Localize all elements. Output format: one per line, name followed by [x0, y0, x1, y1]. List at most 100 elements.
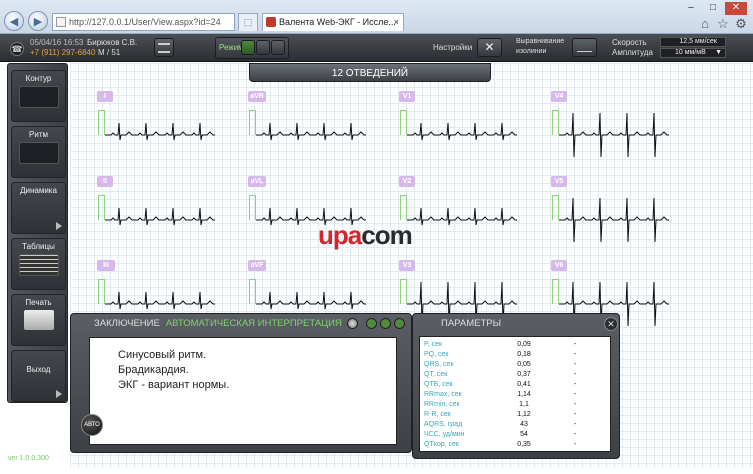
settings-button[interactable]: ✕	[477, 38, 502, 57]
lead-label[interactable]: aVF	[248, 260, 266, 271]
rhythm-icon	[18, 142, 59, 164]
palette-icon[interactable]	[347, 318, 358, 329]
tab-close-icon[interactable]: ×	[394, 14, 399, 30]
param-row: RRmax, сек 1,14 -	[420, 390, 610, 400]
ecg-trace	[105, 122, 215, 141]
forward-icon[interactable]: ▶	[28, 11, 48, 31]
patient-phone: +7 (911) 297-6840	[30, 48, 96, 57]
exam-date: 05/04/16 16:53	[30, 38, 84, 47]
ecg-trace	[407, 122, 517, 141]
lead-label[interactable]: V1	[399, 91, 415, 102]
lead-label[interactable]: aVR	[248, 91, 266, 102]
param-value: 43	[520, 421, 528, 428]
conclusion-header: ЗАКЛЮЧЕНИЕ АВТОМАТИЧЕСКАЯ ИНТЕРПРЕТАЦИЯ	[71, 314, 411, 334]
conclusion-line: ЭКГ - вариант нормы.	[118, 379, 230, 391]
browser-tab[interactable]: Валента Web-ЭКГ - Иссле... ×	[262, 13, 404, 31]
wrench-icon: ✕	[484, 40, 495, 54]
close-button[interactable]: ✕	[725, 2, 747, 15]
printer-icon	[23, 310, 54, 330]
sidebar-item-tables[interactable]: Таблицы	[11, 238, 66, 290]
param-value: 0,41	[517, 381, 531, 388]
tab-title: Валента Web-ЭКГ - Иссле...	[279, 17, 396, 27]
chevron-right-icon	[56, 390, 62, 398]
calibration-pulse	[552, 279, 559, 304]
calibration-pulse	[249, 195, 256, 220]
param-name: AQRS, град	[424, 421, 463, 428]
param-value: 0,37	[517, 371, 531, 378]
table-icon	[18, 254, 59, 276]
ecg-trace	[559, 197, 669, 243]
parameters-panel: ПАРАМЕТРЫ ✕ P, сек 0,09- PQ, сек 0,18- QRS, …	[412, 313, 620, 459]
back-icon[interactable]: ◀	[4, 11, 24, 31]
sidebar: Контур Ритм Динамика Таблицы Печать Выхо…	[7, 63, 68, 403]
sidebar-item-exit[interactable]: Выход	[11, 350, 66, 402]
lead-label[interactable]: V4	[551, 91, 567, 102]
auto-button[interactable]: АВТО	[81, 414, 103, 436]
param-extra: -	[573, 351, 577, 358]
panel-toggle-button[interactable]	[366, 318, 377, 329]
list-icon	[158, 43, 170, 53]
param-row: PQ, сек 0,18 -	[420, 350, 610, 360]
amplitude-select[interactable]: 10 мм/мВ ▼	[660, 48, 726, 58]
ecg-trace	[256, 122, 366, 141]
app-toolbar: ☎ 05/04/16 16:53 Бирюков С.В. +7 (911) 2…	[0, 34, 753, 62]
mode-table-button[interactable]	[271, 40, 285, 55]
patient-sex-age: М / 51	[98, 48, 121, 57]
sidebar-item-contour[interactable]: Контур	[11, 70, 66, 122]
isoline-icon	[577, 44, 592, 52]
address-url: http://127.0.0.1/User/View.aspx?id=24	[69, 17, 221, 27]
lead-label[interactable]: I	[97, 91, 113, 102]
lead-label[interactable]: V3	[399, 260, 415, 271]
maximize-button[interactable]: □	[702, 2, 724, 15]
param-extra: -	[573, 361, 577, 368]
param-row: QTБ, сек 0,41 -	[420, 380, 610, 390]
panel-minimize-button[interactable]	[380, 318, 391, 329]
home-icon[interactable]: ⌂	[697, 16, 713, 32]
param-name: QTБ, сек	[424, 381, 453, 388]
param-row: ЧСС, уд/мин 54 -	[420, 430, 610, 440]
ecg-trace	[105, 207, 215, 226]
sidebar-item-print[interactable]: Печать	[11, 294, 66, 346]
param-value: 54	[520, 431, 528, 438]
lead-label[interactable]: II	[97, 176, 113, 187]
sidebar-item-label: Контур	[25, 74, 52, 83]
patient-list-button[interactable]	[154, 38, 174, 57]
param-name: PQ, сек	[424, 351, 449, 358]
speed-select[interactable]: 12,5 мм/сек	[660, 37, 726, 47]
lead-label[interactable]: aVL	[248, 176, 266, 187]
mode-rhythm-button[interactable]	[256, 40, 270, 55]
lead-label[interactable]: III	[97, 260, 115, 271]
mode-contour-button[interactable]	[241, 40, 255, 55]
conclusion-text[interactable]: Синусовый ритм. Брадикардия. ЭКГ - вариа…	[89, 337, 397, 445]
browser-chrome: ◀ ▶ http://127.0.0.1/User/View.aspx?id=2…	[0, 0, 753, 34]
gear-icon[interactable]: ⚙	[733, 16, 749, 32]
patient-name: Бирюков С.В.	[87, 38, 138, 47]
lead-label[interactable]: V6	[551, 260, 567, 271]
address-bar[interactable]: http://127.0.0.1/User/View.aspx?id=24	[52, 13, 235, 31]
favicon-icon	[266, 17, 276, 27]
conclusion-title: ЗАКЛЮЧЕНИЕ	[94, 318, 160, 329]
param-name: ЧСС, уд/мин	[424, 431, 465, 438]
new-tab-button[interactable]: ⬚	[238, 13, 258, 31]
isoline-button[interactable]	[572, 38, 597, 57]
lead-label[interactable]: V2	[399, 176, 415, 187]
sidebar-item-rhythm[interactable]: Ритм	[11, 126, 66, 178]
param-extra: -	[573, 411, 577, 418]
param-name: QT, сек	[424, 371, 448, 378]
lead-label[interactable]: V5	[551, 176, 567, 187]
speed-label: Скорость	[612, 38, 647, 47]
calibration-pulse	[249, 279, 256, 304]
param-extra: -	[573, 391, 577, 398]
wrench-icon[interactable]: ✕	[604, 317, 618, 331]
star-icon[interactable]: ☆	[715, 16, 731, 32]
sidebar-item-dynamics[interactable]: Динамика	[11, 182, 66, 234]
ecg-trace	[559, 112, 669, 158]
contour-icon	[18, 86, 59, 108]
phone-icon: ☎	[10, 42, 24, 56]
sidebar-item-label: Таблицы	[22, 242, 55, 251]
param-name: P, сек	[424, 341, 443, 348]
panel-collapse-button[interactable]	[394, 318, 405, 329]
minimize-button[interactable]: –	[680, 2, 702, 15]
param-row: QRS, сек 0,05 -	[420, 360, 610, 370]
param-value: 1,14	[517, 391, 531, 398]
